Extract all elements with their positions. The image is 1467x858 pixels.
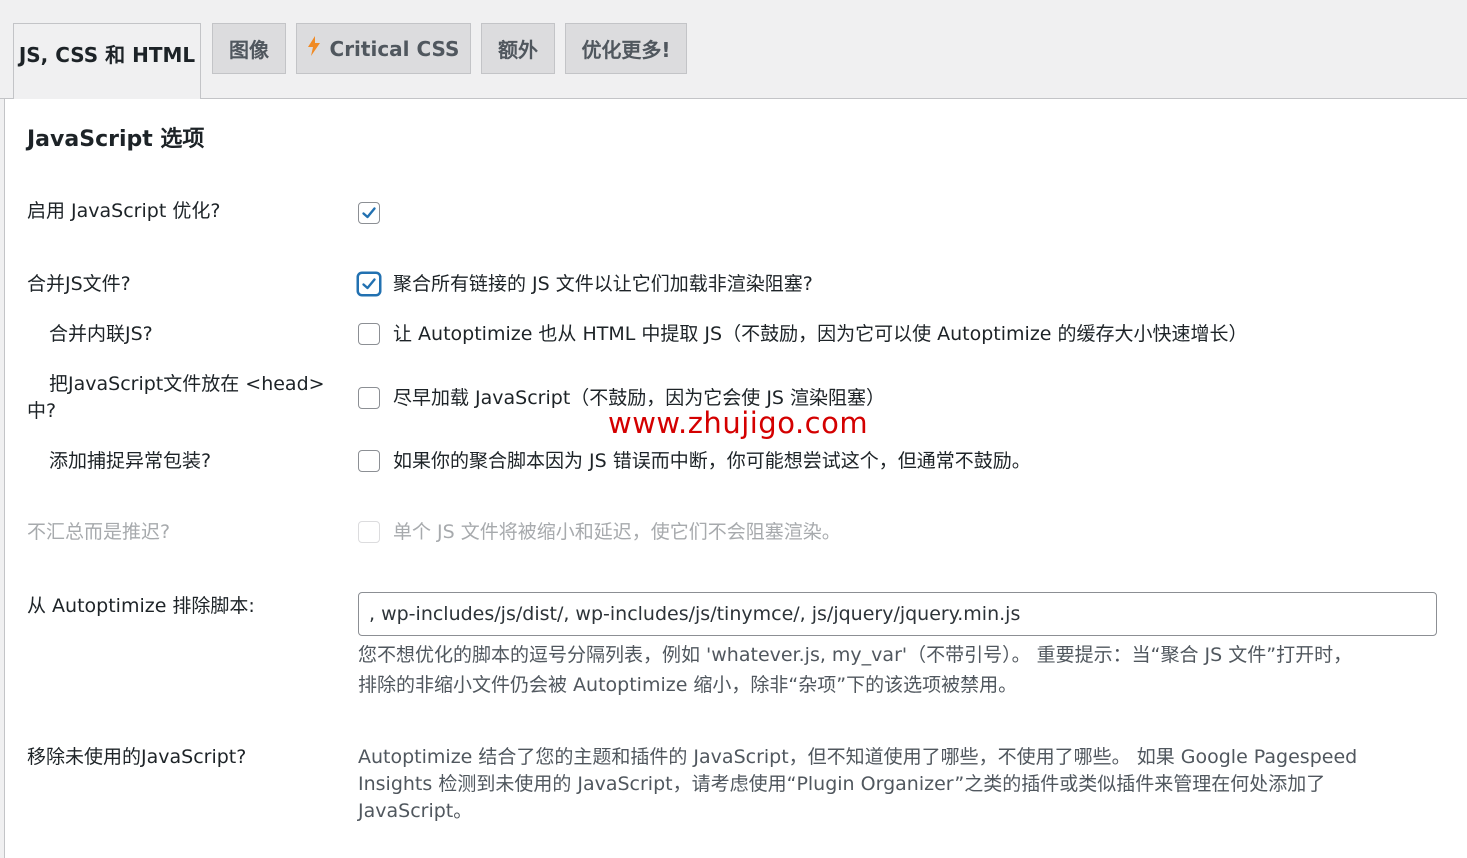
inline-js-text: 让 Autoptimize 也从 HTML 中提取 JS（不鼓励，因为它可以使 … [393,323,1248,345]
exclude-description-line1: 您不想优化的脚本的逗号分隔列表，例如 'whatever.js, my_var'… [358,644,1353,666]
tab-label: Critical CSS [329,36,460,61]
settings-panel: JavaScript 选项 启用 JavaScript 优化? 合并JS文件? … [4,99,1467,858]
unused-js-description-line2: Insights 检测到未使用的 JavaScript，请考虑使用“Plugin… [358,773,1326,795]
head-js-label-cont: 中? [27,400,57,422]
trycatch-text: 如果你的聚合脚本因为 JS 错误而中断，你可能想尝试这个，但通常不鼓励。 [393,450,1031,472]
head-js-checkbox[interactable] [358,387,380,409]
exclude-description-line2: 排除的非缩小文件仍会被 Autoptimize 缩小，除非“杂项”下的该选项被禁… [358,674,1018,696]
unused-js-description-line3: JavaScript。 [358,800,473,822]
tab-bar: JS, CSS 和 HTML 图像 Critical CSS 额外 优化更多! [0,0,1467,99]
lightning-icon [307,36,320,61]
tab-extra[interactable]: 额外 [481,23,555,74]
watermark-text: www.zhujigo.com [608,406,869,440]
aggregate-js-text: 聚合所有链接的 JS 文件以让它们加载非渲染阻塞? [393,273,813,295]
tab-js-css-html[interactable]: JS, CSS 和 HTML [13,23,201,99]
defer-checkbox [358,521,380,543]
defer-label: 不汇总而是推迟? [27,521,171,543]
aggregate-js-label: 合并JS文件? [27,273,131,295]
trycatch-checkbox[interactable] [358,450,380,472]
enable-js-label: 启用 JavaScript 优化? [27,200,221,222]
aggregate-js-checkbox[interactable] [358,273,380,295]
section-title: JavaScript 选项 [27,127,205,152]
exclude-label: 从 Autoptimize 排除脚本: [27,595,255,617]
trycatch-label: 添加捕捉异常包装? [49,450,212,472]
exclude-scripts-input[interactable]: , wp-includes/js/dist/, wp-includes/js/t… [358,592,1437,636]
enable-js-checkbox[interactable] [358,202,380,224]
tab-label: 优化更多! [581,38,671,62]
tab-label: 图像 [229,38,269,62]
checkmark-icon [362,278,376,290]
tab-label: JS, CSS 和 HTML [18,43,196,67]
unused-js-description-line1: Autoptimize 结合了您的主题和插件的 JavaScript，但不知道使… [358,746,1358,768]
checkmark-icon [362,207,376,219]
inline-js-label: 合并内联JS? [49,323,153,345]
tab-critical-css[interactable]: Critical CSS [296,23,471,74]
tab-optimize-more[interactable]: 优化更多! [565,23,687,74]
head-js-label: 把JavaScript文件放在 <head> [49,373,325,395]
defer-text: 单个 JS 文件将被缩小和延迟，使它们不会阻塞渲染。 [393,521,841,543]
tab-label: 额外 [498,38,538,62]
tab-images[interactable]: 图像 [212,23,286,74]
inline-js-checkbox[interactable] [358,323,380,345]
unused-js-label: 移除未使用的JavaScript? [27,746,247,768]
